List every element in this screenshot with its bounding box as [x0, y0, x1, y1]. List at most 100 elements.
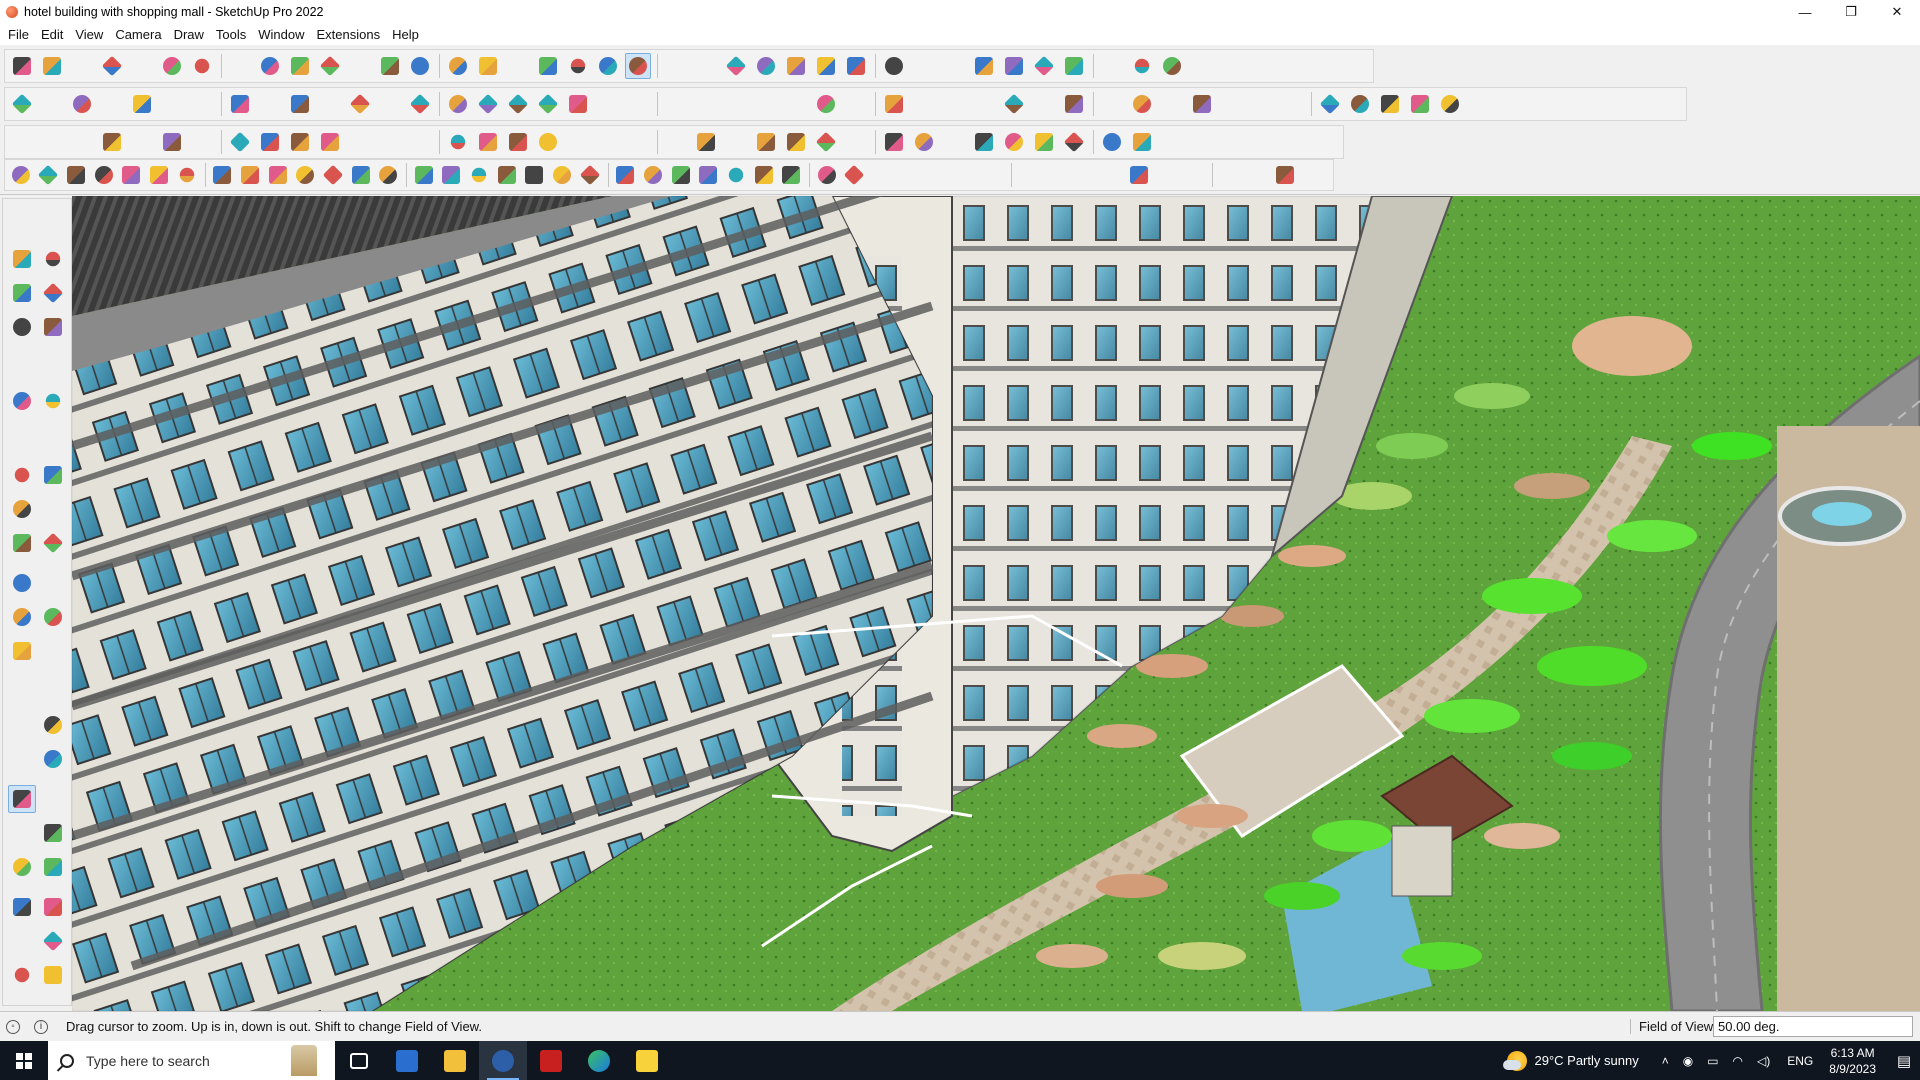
shape-6-button[interactable] [1407, 91, 1433, 117]
freehand-button[interactable] [39, 353, 67, 381]
close-button[interactable]: ✕ [1874, 0, 1920, 24]
extension-warehouse-button[interactable] [39, 927, 67, 955]
section-button[interactable] [1031, 53, 1057, 79]
view-persp-button[interactable] [347, 91, 373, 117]
account-dropdown-button[interactable] [843, 53, 869, 79]
component-button[interactable] [881, 53, 907, 79]
solid-button[interactable] [1061, 53, 1087, 79]
lasso-3-button[interactable] [1129, 91, 1155, 117]
menu-file[interactable]: File [2, 27, 35, 42]
offset-button[interactable] [39, 603, 67, 631]
tool-14-button[interactable] [376, 162, 400, 188]
house-2-button[interactable] [595, 91, 621, 117]
plugin-1-button[interactable] [971, 129, 997, 155]
zoom-window-button[interactable] [39, 785, 67, 813]
parallelogram-button[interactable] [1001, 91, 1027, 117]
tool-37-button[interactable] [1044, 162, 1068, 188]
tool-1-button[interactable] [9, 162, 33, 188]
help-button[interactable] [1159, 53, 1185, 79]
tool-36-button[interactable] [1017, 162, 1041, 188]
tool-4-button[interactable] [92, 162, 116, 188]
lasso-1-button[interactable] [843, 91, 869, 117]
tool-22-button[interactable] [614, 162, 638, 188]
zoom-extents-button[interactable] [8, 819, 36, 847]
zoom-active-button[interactable] [625, 53, 651, 79]
cube-wood-button[interactable] [347, 129, 373, 155]
shape-3-button[interactable] [1317, 91, 1343, 117]
diamond-yellow-button[interactable] [69, 129, 95, 155]
scale-button[interactable] [8, 603, 36, 631]
file-explorer-icon[interactable] [431, 1041, 479, 1080]
line-dropdown-button[interactable] [159, 53, 185, 79]
warehouse-button[interactable] [8, 927, 36, 955]
circle-button[interactable] [8, 421, 36, 449]
arc-2-button[interactable] [39, 461, 67, 489]
tool-3-button[interactable] [64, 162, 88, 188]
paint-bucket-button[interactable] [8, 279, 36, 307]
polygon-1-button[interactable] [911, 91, 937, 117]
pencil-button[interactable] [129, 53, 155, 79]
tool-44-button[interactable] [1246, 162, 1270, 188]
menu-extensions[interactable]: Extensions [311, 27, 387, 42]
ellipse-button[interactable] [941, 91, 967, 117]
blocks-button[interactable] [911, 129, 937, 155]
menu-edit[interactable]: Edit [35, 27, 69, 42]
warehouse-button[interactable] [693, 53, 719, 79]
eraser-pink-button[interactable] [1219, 91, 1245, 117]
shape-5-button[interactable] [1377, 91, 1403, 117]
previous-view-button[interactable] [39, 819, 67, 847]
tool-12-button[interactable] [321, 162, 345, 188]
layout-button[interactable] [753, 53, 779, 79]
tool-15-button[interactable] [412, 162, 436, 188]
tool-18-button[interactable] [495, 162, 519, 188]
eraser-button[interactable] [99, 53, 125, 79]
cone-cyan-button[interactable] [565, 129, 591, 155]
record-icon[interactable]: ◉ [1683, 1054, 1693, 1068]
menu-window[interactable]: Window [252, 27, 310, 42]
notifications-icon[interactable]: ▤ [1888, 1041, 1920, 1080]
spline-button[interactable] [445, 129, 471, 155]
style-hidden-button[interactable] [445, 91, 471, 117]
push-pull-button[interactable] [317, 53, 343, 79]
cross-blue-button[interactable] [535, 129, 561, 155]
move-button[interactable] [377, 53, 403, 79]
cube-xray-button[interactable] [39, 91, 65, 117]
sandbox-up-button[interactable] [971, 53, 997, 79]
rotate-button[interactable] [8, 569, 36, 597]
sandbox-button[interactable] [39, 961, 67, 989]
tool-35-button[interactable] [981, 162, 1005, 188]
polygon-2-button[interactable] [971, 91, 997, 117]
tape-measure-button[interactable] [475, 53, 501, 79]
tool-29-button[interactable] [815, 162, 839, 188]
chevron-up-icon[interactable]: ˄ [1662, 1054, 1669, 1068]
font-button[interactable] [753, 91, 779, 117]
follow-me-button[interactable] [347, 53, 373, 79]
plugin-4-button[interactable] [1061, 129, 1087, 155]
undo-button[interactable] [1099, 53, 1125, 79]
select-button[interactable] [39, 53, 65, 79]
tool-19-button[interactable] [523, 162, 547, 188]
pan-2-button[interactable] [1061, 91, 1087, 117]
lasso-4-button[interactable] [1159, 91, 1185, 117]
menu-draw[interactable]: Draw [168, 27, 210, 42]
menu-tools[interactable]: Tools [210, 27, 252, 42]
circle-1-button[interactable] [881, 91, 907, 117]
sticky-notes-icon[interactable] [623, 1041, 671, 1080]
paint-bucket-button[interactable] [535, 53, 561, 79]
tool-28-button[interactable] [779, 162, 803, 188]
shape-4-button[interactable] [1347, 91, 1373, 117]
tool-45-button[interactable] [1273, 162, 1297, 188]
cone-teal-button[interactable] [595, 129, 621, 155]
text-button[interactable] [39, 677, 67, 705]
tool-26-button[interactable] [724, 162, 748, 188]
brush-button[interactable] [813, 91, 839, 117]
edge-icon[interactable] [575, 1041, 623, 1080]
plugin-2-button[interactable] [1001, 129, 1027, 155]
square-red-button[interactable] [257, 129, 283, 155]
rectangle-dropdown-button[interactable] [287, 53, 313, 79]
push-pull-button[interactable] [39, 529, 67, 557]
wifi-icon[interactable]: ◠ [1733, 1054, 1743, 1068]
tool-33-button[interactable] [926, 162, 950, 188]
trimble-connect-button[interactable] [783, 53, 809, 79]
tool-34-button[interactable] [953, 162, 977, 188]
